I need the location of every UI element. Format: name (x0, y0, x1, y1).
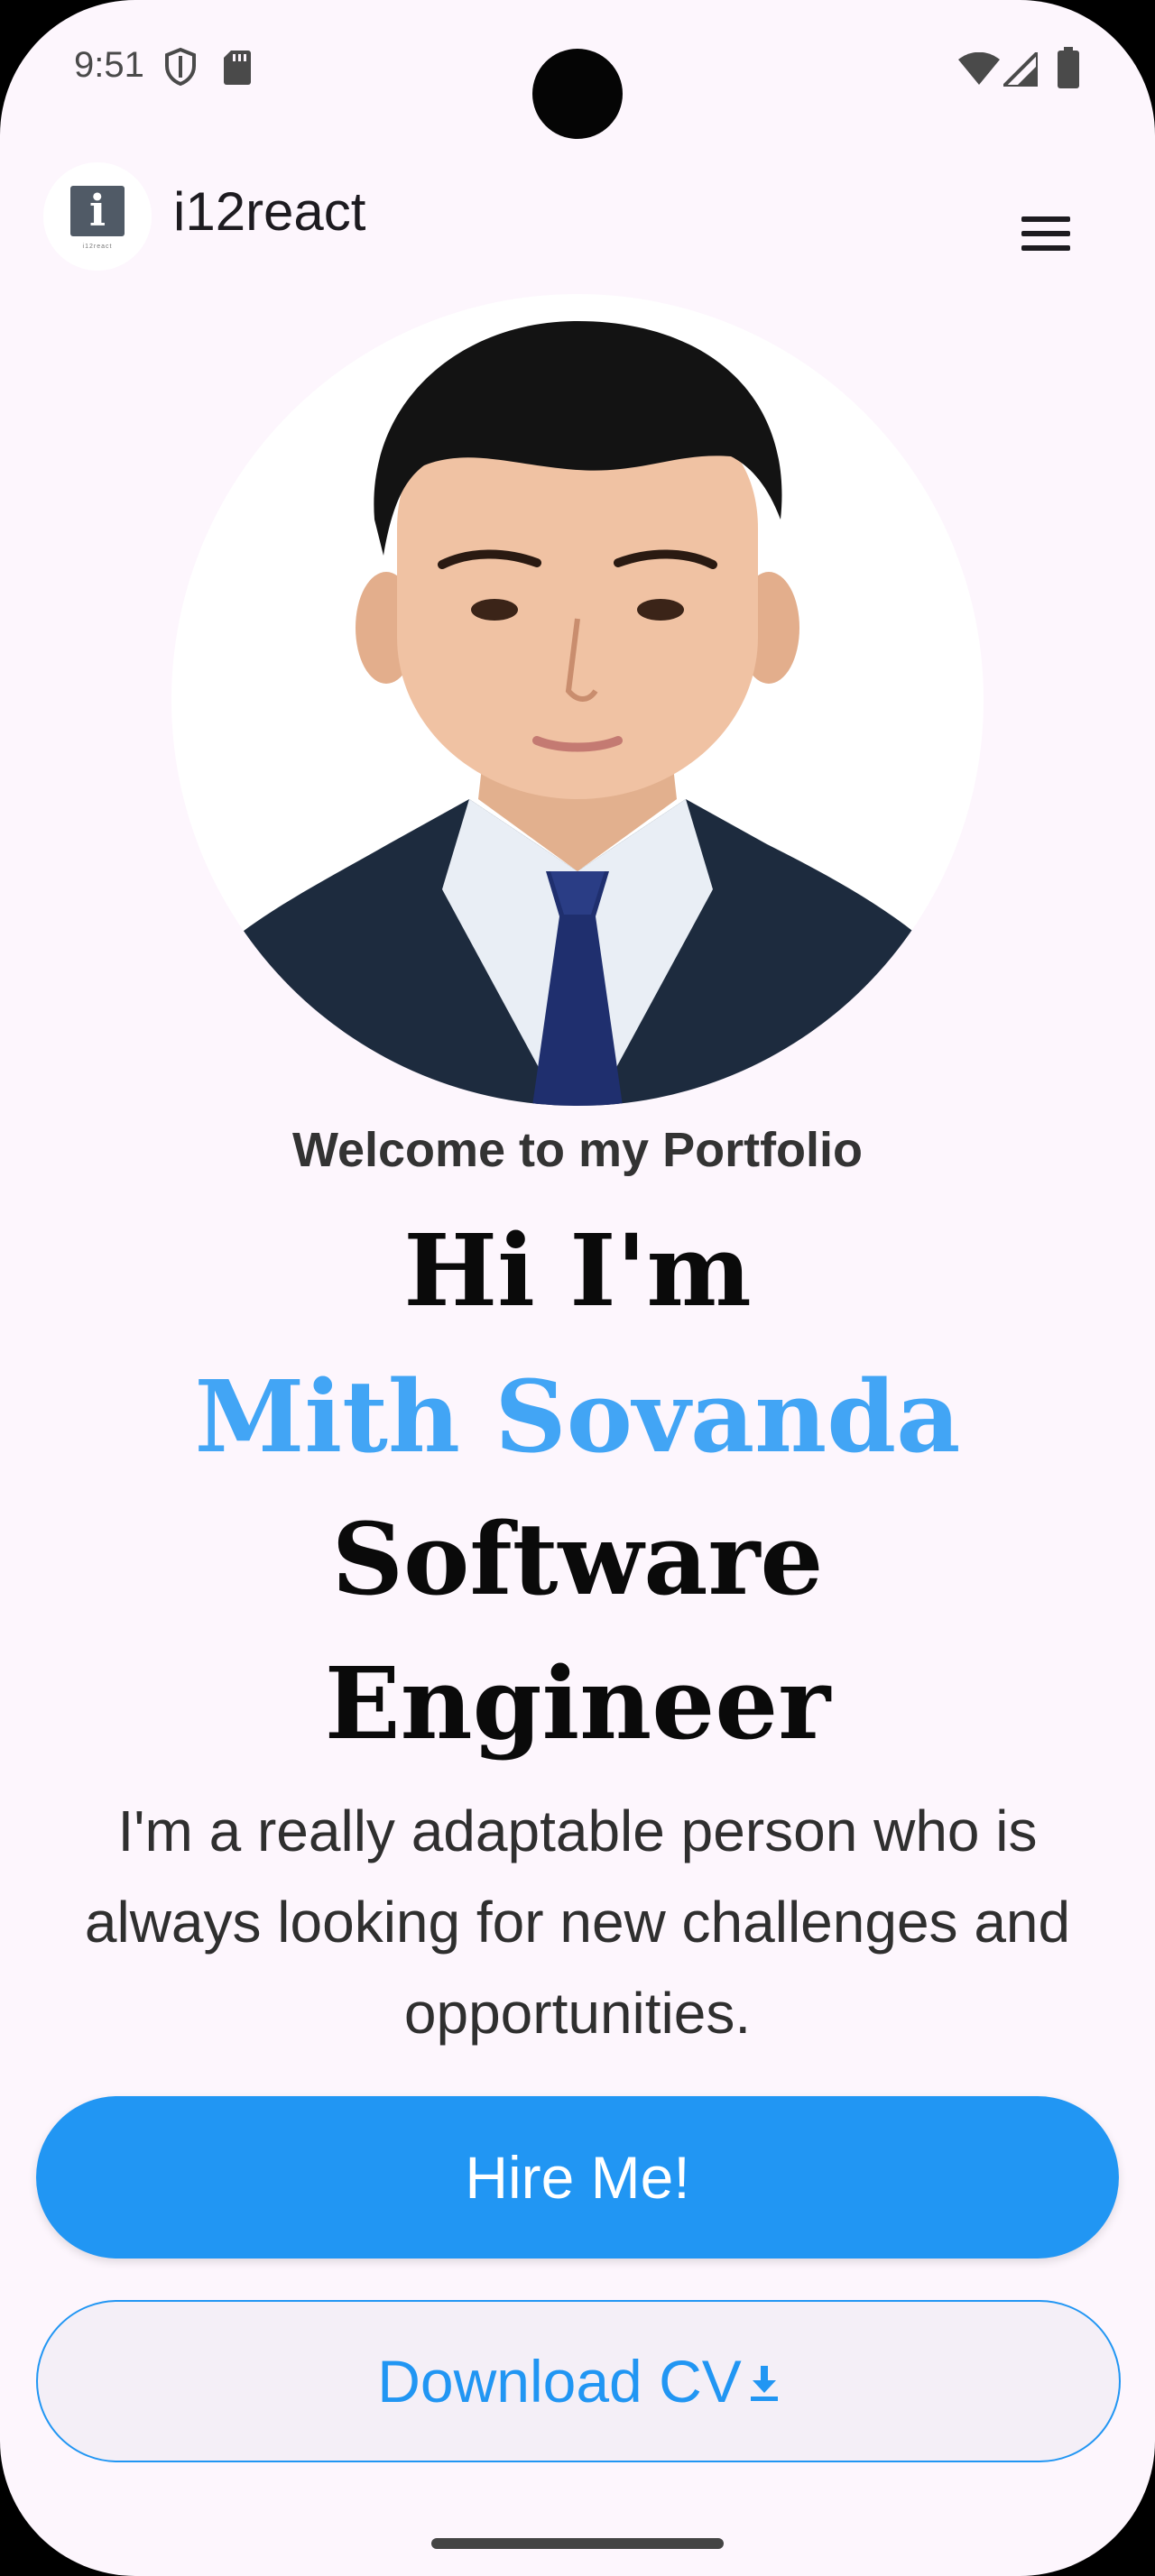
role-heading-line2: Engineer (324, 1645, 831, 1762)
intro-paragraph: I'm a really adaptable person who is alw… (0, 1786, 1155, 2059)
intro-line-2: always looking for new challenges and (84, 1890, 1071, 1955)
download-cv-button[interactable]: Download CV (36, 2300, 1121, 2462)
role-heading-line1: Software (331, 1501, 824, 1617)
greeting-heading: Hi I'm (403, 1212, 752, 1329)
app-logo[interactable]: i i12react (43, 162, 152, 271)
intro-line-1: I'm a really adaptable person who is (117, 1799, 1038, 1863)
app-bar: i i12react i12react (0, 159, 1155, 271)
hire-me-button[interactable]: Hire Me! (36, 2096, 1119, 2259)
logo-subtext: i12react (82, 244, 113, 250)
wifi-icon (958, 51, 1000, 89)
intro-line-3: opportunities. (403, 1981, 752, 2046)
app-title: i12react (173, 181, 366, 242)
home-indicator[interactable] (431, 2538, 724, 2549)
shield-icon (162, 47, 199, 91)
download-cv-label: Download CV (377, 2348, 742, 2415)
battery-icon (1058, 47, 1079, 93)
signal-icon (999, 48, 1040, 91)
sd-card-icon (224, 51, 251, 89)
profile-photo (171, 294, 984, 1106)
hamburger-menu-button[interactable] (996, 177, 1095, 256)
camera-cutout (532, 49, 623, 139)
status-bar: 9:51 (0, 0, 1155, 144)
download-icon (749, 2302, 780, 2461)
welcome-text: Welcome to my Portfolio (291, 1123, 864, 1177)
phone-screen: 9:51 i i12react i12react Welcome to my P… (0, 0, 1155, 2576)
logo-mark: i (70, 186, 125, 236)
logo-letter: i (88, 186, 106, 236)
hire-me-label: Hire Me! (465, 2144, 690, 2211)
name-heading: Mith Sovanda (194, 1358, 961, 1475)
status-time: 9:51 (74, 45, 144, 85)
